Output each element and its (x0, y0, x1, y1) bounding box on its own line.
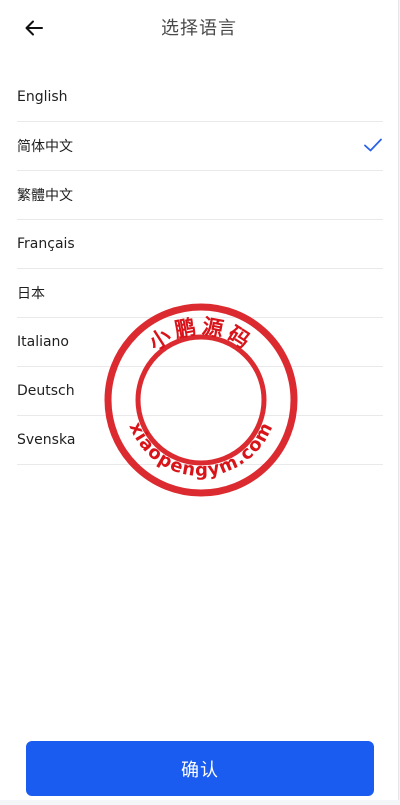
language-option-italian[interactable]: Italiano (17, 318, 383, 367)
language-select-screen: 选择语言 English 简体中文 繁體中文 Français 日本 Itali… (0, 0, 399, 800)
language-label: Svenska (17, 432, 76, 448)
page-title: 选择语言 (161, 18, 237, 39)
checkmark-icon (364, 138, 382, 152)
language-option-english[interactable]: English (17, 73, 383, 122)
language-label: 日本 (17, 286, 45, 302)
confirm-button[interactable]: 确认 (26, 741, 374, 796)
language-label: Deutsch (17, 383, 75, 399)
language-label: Français (17, 236, 75, 252)
header: 选择语言 (0, 0, 398, 56)
language-label: 简体中文 (17, 139, 73, 155)
language-option-simplified-chinese[interactable]: 简体中文 (17, 122, 383, 171)
language-option-french[interactable]: Français (17, 220, 383, 269)
language-label: 繁體中文 (17, 188, 73, 204)
language-option-german[interactable]: Deutsch (17, 367, 383, 416)
language-option-japanese[interactable]: 日本 (17, 269, 383, 318)
language-option-swedish[interactable]: Svenska (17, 416, 383, 465)
language-label: Italiano (17, 334, 69, 350)
language-option-traditional-chinese[interactable]: 繁體中文 (17, 171, 383, 220)
language-label: English (17, 89, 68, 105)
language-list: English 简体中文 繁體中文 Français 日本 Italiano D… (17, 73, 383, 465)
